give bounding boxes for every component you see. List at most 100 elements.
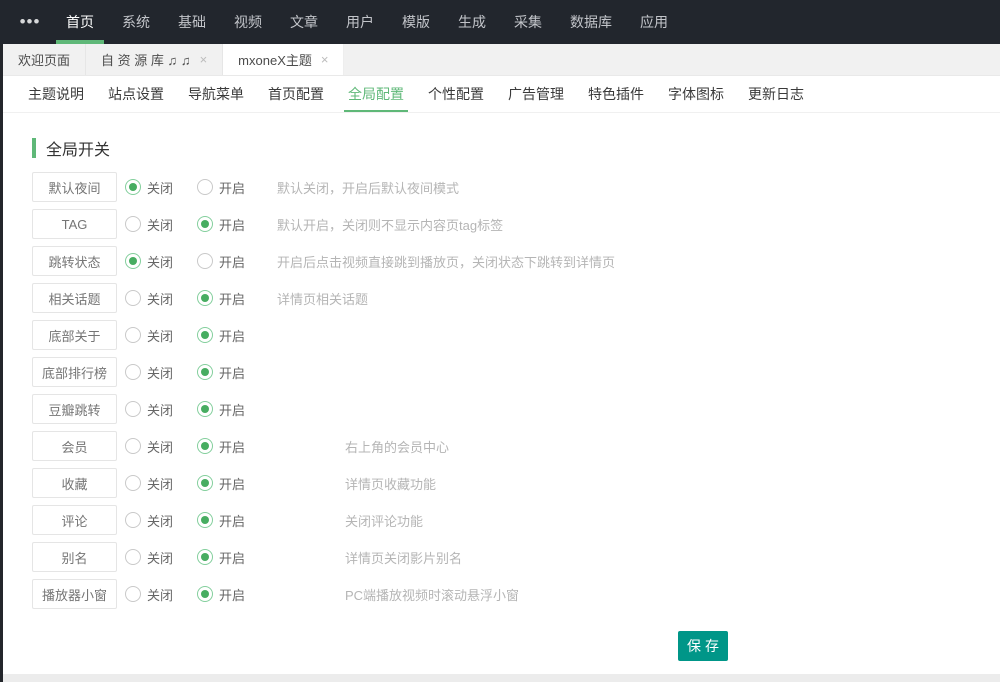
setting-label: 跳转状态 [32,246,117,276]
radio-on-circle-icon [197,475,213,491]
radio-on-circle-icon [197,290,213,306]
radio-off[interactable]: 关闭 [125,400,197,419]
open-tab[interactable]: 欢迎页面 [3,44,86,75]
radio-on[interactable]: 开启 [197,252,277,271]
radio-off[interactable]: 关闭 [125,289,197,308]
radio-off[interactable]: 关闭 [125,215,197,234]
open-tab[interactable]: mxoneX主题 × [223,44,344,75]
radio-off-circle-icon [125,364,141,380]
setting-row: TAG 关闭 开启 默认开启，关闭则不显示内容页tag标签 [32,209,1000,239]
setting-row: 默认夜间 关闭 开启 默认关闭，开启后默认夜间模式 [32,172,1000,202]
config-tab[interactable]: 广告管理 [504,76,568,112]
topnav-item[interactable]: 模版 [392,0,440,44]
topnav-item[interactable]: 视频 [224,0,272,44]
close-tab-icon[interactable]: × [200,53,208,66]
topnav-item[interactable]: 文章 [280,0,328,44]
setting-row: 会员 关闭 开启 右上角的会员中心 [32,431,1000,461]
config-tab[interactable]: 首页配置 [264,76,328,112]
save-button[interactable]: 保存 [678,631,728,661]
radio-off-circle-icon [125,290,141,306]
config-tab[interactable]: 更新日志 [744,76,808,112]
radio-on[interactable]: 开启 [197,474,277,493]
radio-off-circle-icon [125,179,141,195]
setting-description: 右上角的会员中心 [345,437,449,456]
setting-description: 开启后点击视频直接跳到播放页，关闭状态下跳转到详情页 [277,252,615,271]
radio-on[interactable]: 开启 [197,511,277,530]
radio-off[interactable]: 关闭 [125,178,197,197]
config-tab[interactable]: 站点设置 [104,76,168,112]
topnav-item[interactable]: 系统 [112,0,160,44]
radio-off-circle-icon [125,549,141,565]
setting-label: TAG [32,209,117,239]
open-tab[interactable]: 自 资 源 库 ♫ ♫ × [86,44,223,75]
topnav-item[interactable]: 用户 [336,0,384,44]
page-bottom-gutter [3,674,1000,682]
more-menu-icon[interactable]: ••• [8,0,52,44]
radio-off-circle-icon [125,512,141,528]
config-tab[interactable]: 特色插件 [584,76,648,112]
radio-off-circle-icon [125,438,141,454]
setting-description: PC端播放视频时滚动悬浮小窗 [345,585,519,604]
radio-off-circle-icon [125,216,141,232]
setting-row: 底部排行榜 关闭 开启 [32,357,1000,387]
setting-label: 底部排行榜 [32,357,117,387]
config-tab[interactable]: 主题说明 [24,76,88,112]
topnav-item[interactable]: 采集 [504,0,552,44]
radio-off[interactable]: 关闭 [125,252,197,271]
radio-on[interactable]: 开启 [197,289,277,308]
radio-on-circle-icon [197,327,213,343]
setting-description: 详情页收藏功能 [345,474,436,493]
radio-off-circle-icon [125,253,141,269]
config-tab[interactable]: 导航菜单 [184,76,248,112]
radio-on-circle-icon [197,216,213,232]
config-tab[interactable]: 个性配置 [424,76,488,112]
radio-on[interactable]: 开启 [197,585,277,604]
radio-on[interactable]: 开启 [197,400,277,419]
setting-row: 豆瓣跳转 关闭 开启 [32,394,1000,424]
topnav-item[interactable]: 首页 [56,0,104,44]
theme-config-tabs: 主题说明站点设置导航菜单首页配置全局配置个性配置广告管理特色插件字体图标更新日志 [3,76,1000,113]
collapsed-sidebar-edge [0,44,3,682]
radio-on[interactable]: 开启 [197,215,277,234]
radio-on[interactable]: 开启 [197,178,277,197]
radio-off[interactable]: 关闭 [125,326,197,345]
radio-on-circle-icon [197,586,213,602]
topnav-item[interactable]: 应用 [630,0,678,44]
top-navbar: ••• 首页系统基础视频文章用户模版生成采集数据库应用 [0,0,1000,44]
radio-on-circle-icon [197,179,213,195]
config-tab[interactable]: 字体图标 [664,76,728,112]
setting-description: 关闭评论功能 [345,511,423,530]
radio-off[interactable]: 关闭 [125,437,197,456]
radio-on-circle-icon [197,549,213,565]
radio-on[interactable]: 开启 [197,363,277,382]
setting-label: 默认夜间 [32,172,117,202]
radio-on[interactable]: 开启 [197,548,277,567]
topnav-item[interactable]: 基础 [168,0,216,44]
topnav-items: 首页系统基础视频文章用户模版生成采集数据库应用 [52,0,682,44]
setting-label: 豆瓣跳转 [32,394,117,424]
setting-label: 底部关于 [32,320,117,350]
radio-off[interactable]: 关闭 [125,548,197,567]
topnav-item[interactable]: 生成 [448,0,496,44]
section-title: 全局开关 [32,138,1000,158]
setting-label: 别名 [32,542,117,572]
config-tab[interactable]: 全局配置 [344,76,408,112]
radio-on[interactable]: 开启 [197,437,277,456]
radio-off-circle-icon [125,586,141,602]
radio-on-circle-icon [197,364,213,380]
radio-off[interactable]: 关闭 [125,511,197,530]
radio-off[interactable]: 关闭 [125,363,197,382]
setting-label: 相关话题 [32,283,117,313]
setting-label: 评论 [32,505,117,535]
radio-on[interactable]: 开启 [197,326,277,345]
setting-row: 评论 关闭 开启 关闭评论功能 [32,505,1000,535]
radio-off[interactable]: 关闭 [125,585,197,604]
radio-off[interactable]: 关闭 [125,474,197,493]
close-tab-icon[interactable]: × [321,53,329,66]
setting-description: 默认开启，关闭则不显示内容页tag标签 [277,215,503,234]
setting-row: 底部关于 关闭 开启 [32,320,1000,350]
topnav-item[interactable]: 数据库 [560,0,622,44]
setting-label: 会员 [32,431,117,461]
radio-on-circle-icon [197,401,213,417]
radio-off-circle-icon [125,401,141,417]
